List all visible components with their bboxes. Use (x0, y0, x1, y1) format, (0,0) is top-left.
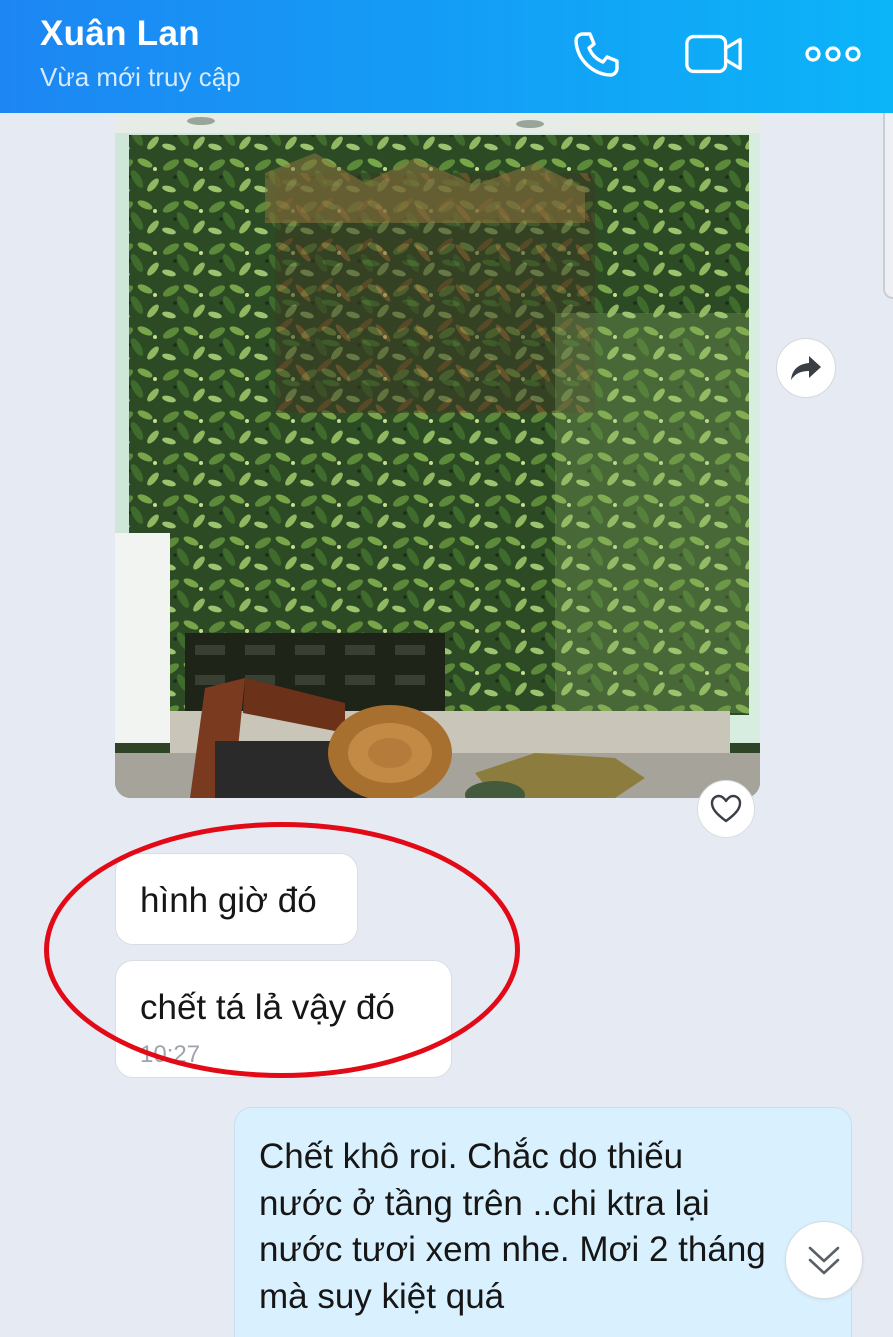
outgoing-message[interactable]: Chết khô roi. Chắc do thiếu nước ở tầng … (234, 1107, 852, 1337)
video-call-button[interactable] (684, 26, 744, 82)
double-chevron-down-icon (808, 1246, 840, 1275)
react-heart-button[interactable] (697, 780, 755, 838)
image-message[interactable] (115, 113, 760, 798)
more-options-button[interactable] (803, 26, 863, 82)
message-text: chết tá lả vậy đó (140, 988, 395, 1027)
contact-name[interactable]: Xuân Lan (40, 14, 200, 54)
more-dots-icon (805, 46, 861, 62)
message-text: Chết khô roi. Chắc do thiếu nước ở tầng … (259, 1137, 766, 1316)
scroll-to-bottom-button[interactable] (785, 1221, 863, 1299)
garden-wall-photo (115, 113, 760, 798)
heart-icon (710, 794, 742, 823)
incoming-message[interactable]: hình giờ đó (115, 853, 358, 945)
contact-status: Vừa mới truy cập (40, 62, 241, 92)
message-text: hình giờ đó (140, 881, 317, 920)
message-time: 10:27 (140, 1041, 201, 1068)
video-camera-icon (685, 34, 742, 74)
scroll-indicator[interactable] (883, 113, 893, 299)
share-arrow-icon (791, 356, 821, 380)
share-button[interactable] (776, 338, 836, 398)
chat-header: Xuân Lan Vừa mới truy cập (0, 0, 893, 113)
incoming-message[interactable]: chết tá lả vậy đó 10:27 (115, 960, 452, 1078)
phone-icon (574, 32, 619, 77)
call-button[interactable] (566, 26, 626, 82)
